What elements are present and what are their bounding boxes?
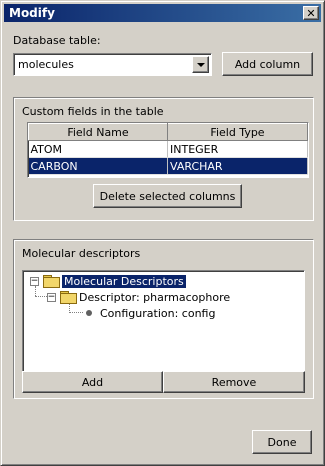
chevron-down-icon [196, 62, 205, 67]
window-title: Modify [9, 6, 55, 20]
descriptors-tree: − Molecular Descriptors − Descriptor: ph… [22, 270, 305, 372]
tree-item-configuration-config[interactable]: Configuration: config [80, 305, 215, 321]
database-table-select[interactable]: molecules [13, 53, 212, 76]
close-button[interactable]: ✕ [303, 6, 319, 20]
dropdown-arrow-button[interactable] [192, 56, 209, 73]
tree-item-label: Molecular Descriptors [62, 274, 186, 288]
field-type-cell[interactable]: INTEGER [167, 140, 308, 158]
database-table-label: Database table: [13, 34, 101, 47]
folder-icon [43, 275, 60, 288]
table-row[interactable]: ATOM INTEGER [28, 140, 308, 158]
close-icon: ✕ [306, 6, 316, 20]
column-header-field-name[interactable]: Field Name [28, 123, 168, 141]
field-type-cell[interactable]: VARCHAR [167, 157, 308, 175]
column-header-field-type[interactable]: Field Type [167, 123, 308, 141]
modify-dialog: Modify ✕ Database table: molecules Add c… [0, 0, 325, 466]
title-bar: Modify ✕ [4, 4, 321, 22]
delete-selected-columns-button[interactable]: Delete selected columns [93, 184, 242, 208]
tree-item-label: Configuration: config [100, 306, 216, 320]
collapse-icon[interactable]: − [30, 276, 39, 286]
remove-descriptor-button[interactable]: Remove [163, 371, 305, 393]
folder-icon [60, 291, 77, 304]
done-button[interactable]: Done [252, 430, 312, 454]
tree-item-molecular-descriptors[interactable]: − Molecular Descriptors [30, 273, 186, 289]
field-name-cell[interactable]: ATOM [28, 140, 168, 158]
add-column-button[interactable]: Add column [222, 52, 313, 76]
collapse-icon[interactable]: − [47, 292, 56, 302]
field-name-cell[interactable]: CARBON [28, 157, 168, 175]
table-header-row: Field Name Field Type [28, 123, 308, 141]
tree-item-label: Descriptor: pharmacophore [79, 290, 231, 304]
tree-item-descriptor-pharmacophore[interactable]: − Descriptor: pharmacophore [47, 289, 230, 305]
database-table-value: molecules [18, 58, 74, 71]
bullet-icon [86, 310, 92, 316]
custom-fields-legend: Custom fields in the table [22, 105, 164, 118]
table-row[interactable]: CARBON VARCHAR [28, 157, 308, 175]
add-descriptor-button[interactable]: Add [22, 371, 163, 393]
molecular-descriptors-legend: Molecular descriptors [22, 247, 141, 260]
custom-fields-table: Field Name Field Type ATOM INTEGER CARBO… [27, 122, 309, 178]
